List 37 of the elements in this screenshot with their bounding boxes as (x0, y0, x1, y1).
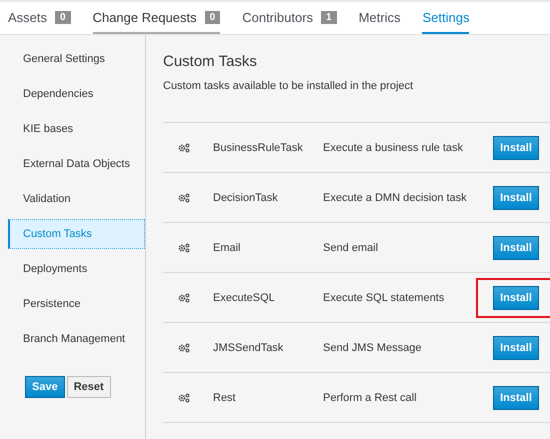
gears-icon (178, 292, 190, 302)
nav-tab[interactable]: Metrics (358, 2, 400, 34)
task-description: Send JMS Message (323, 342, 422, 354)
nav-tab[interactable]: Contributors 1 (242, 2, 337, 34)
count-badge: 1 (321, 10, 337, 24)
sidebar-item[interactable]: Dependencies (8, 79, 145, 109)
task-description: Perform a Rest call (323, 392, 418, 404)
sidebar-item[interactable]: Validation (8, 184, 145, 214)
task-name: DecisionTask (213, 192, 279, 204)
section-title: Custom Tasks (163, 53, 258, 70)
sidebar-item[interactable]: Persistence (8, 289, 145, 319)
nav-tab[interactable]: Settings (422, 2, 470, 34)
reset-button[interactable]: Reset (66, 376, 111, 398)
task-description: Send email (323, 242, 380, 254)
gears-icon (178, 142, 190, 152)
task-description: Execute a DMN decision task (323, 192, 468, 204)
sidebar-item[interactable]: External Data Objects (8, 149, 145, 179)
gears-icon (178, 242, 190, 252)
task-name: BusinessRuleTask (213, 142, 304, 154)
count-badge: 0 (55, 10, 71, 24)
nav-tab[interactable]: Assets 0 (8, 2, 71, 34)
sidebar-item[interactable]: KIE bases (8, 114, 145, 144)
count-badge: 0 (204, 10, 220, 24)
task-name: ExecuteSQL (213, 292, 276, 304)
task-description: Execute a business rule task (323, 142, 464, 154)
task-name: JMSSendTask (213, 342, 284, 354)
sidebar-item[interactable]: General Settings (8, 44, 145, 74)
sidebar-item[interactable]: Branch Management (8, 324, 145, 354)
task-name: Email (213, 242, 242, 254)
sidebar-item[interactable]: Deployments (8, 254, 145, 284)
section-description: Custom tasks available to be installed in the project (163, 80, 414, 92)
nav-tab[interactable]: Change Requests 0 (92, 2, 220, 34)
gears-icon (178, 192, 190, 202)
gears-icon (178, 342, 190, 352)
task-name: Rest (213, 392, 237, 404)
gears-icon (178, 392, 190, 402)
task-description: Execute SQL statements (323, 292, 446, 304)
